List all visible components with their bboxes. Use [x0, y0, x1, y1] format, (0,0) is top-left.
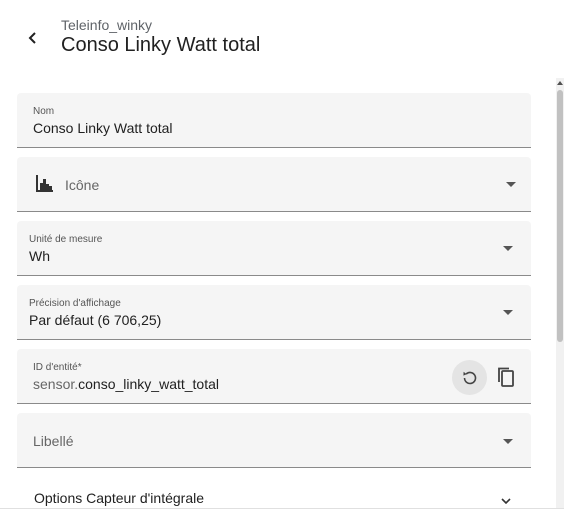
- precision-select[interactable]: Précision d'affichage Par défaut (6 706,…: [17, 285, 531, 340]
- entity-settings-dialog: Teleinfo_winky Conso Linky Watt total No…: [0, 0, 564, 523]
- copy-button[interactable]: [493, 363, 519, 391]
- dialog-subtitle: Teleinfo_winky: [61, 17, 153, 33]
- unit-label: Unité de mesure: [29, 234, 103, 245]
- name-label: Nom: [33, 106, 55, 117]
- copy-icon: [498, 367, 514, 387]
- integral-options-section[interactable]: Options Capteur d'intégrale: [17, 478, 531, 508]
- unit-select[interactable]: Unité de mesure Wh: [17, 221, 531, 276]
- chevron-left-icon: [28, 32, 36, 44]
- entity-id-prefix: sensor.: [33, 376, 79, 392]
- back-button[interactable]: [18, 23, 48, 53]
- precision-label: Précision d'affichage: [29, 298, 121, 309]
- label-placeholder: Libellé: [33, 433, 74, 449]
- regenerate-id-button[interactable]: [452, 360, 487, 395]
- chart-histogram-icon: [36, 175, 53, 192]
- entity-id-label: ID d'entité*: [33, 362, 82, 373]
- entity-id-field[interactable]: ID d'entité* sensor.conso_linky_watt_tot…: [17, 349, 531, 404]
- dropdown-caret-icon[interactable]: [503, 310, 513, 315]
- dialog-title: Conso Linky Watt total: [61, 34, 261, 56]
- dialog-footer-divider: [0, 508, 564, 523]
- dropdown-caret-icon[interactable]: [506, 182, 516, 187]
- name-value[interactable]: Conso Linky Watt total: [33, 120, 173, 136]
- icon-picker-field[interactable]: Icône: [17, 157, 531, 212]
- dialog-header: Teleinfo_winky Conso Linky Watt total: [0, 0, 564, 78]
- precision-value[interactable]: Par défaut (6 706,25): [29, 312, 161, 328]
- chevron-down-icon[interactable]: [501, 498, 511, 504]
- scrollbar-thumb[interactable]: [557, 90, 563, 342]
- unit-value[interactable]: Wh: [29, 248, 50, 264]
- dropdown-caret-icon[interactable]: [503, 246, 513, 251]
- label-select[interactable]: Libellé: [17, 413, 531, 468]
- options-label: Options Capteur d'intégrale: [34, 490, 204, 506]
- scroll-up-arrow-icon[interactable]: [556, 78, 564, 88]
- entity-id-value[interactable]: sensor.conso_linky_watt_total: [33, 376, 219, 392]
- entity-id-text: conso_linky_watt_total: [78, 376, 220, 392]
- icon-placeholder: Icône: [65, 177, 100, 193]
- restore-icon: [462, 371, 476, 384]
- dropdown-caret-icon[interactable]: [503, 439, 513, 444]
- name-field[interactable]: Nom Conso Linky Watt total: [17, 93, 531, 148]
